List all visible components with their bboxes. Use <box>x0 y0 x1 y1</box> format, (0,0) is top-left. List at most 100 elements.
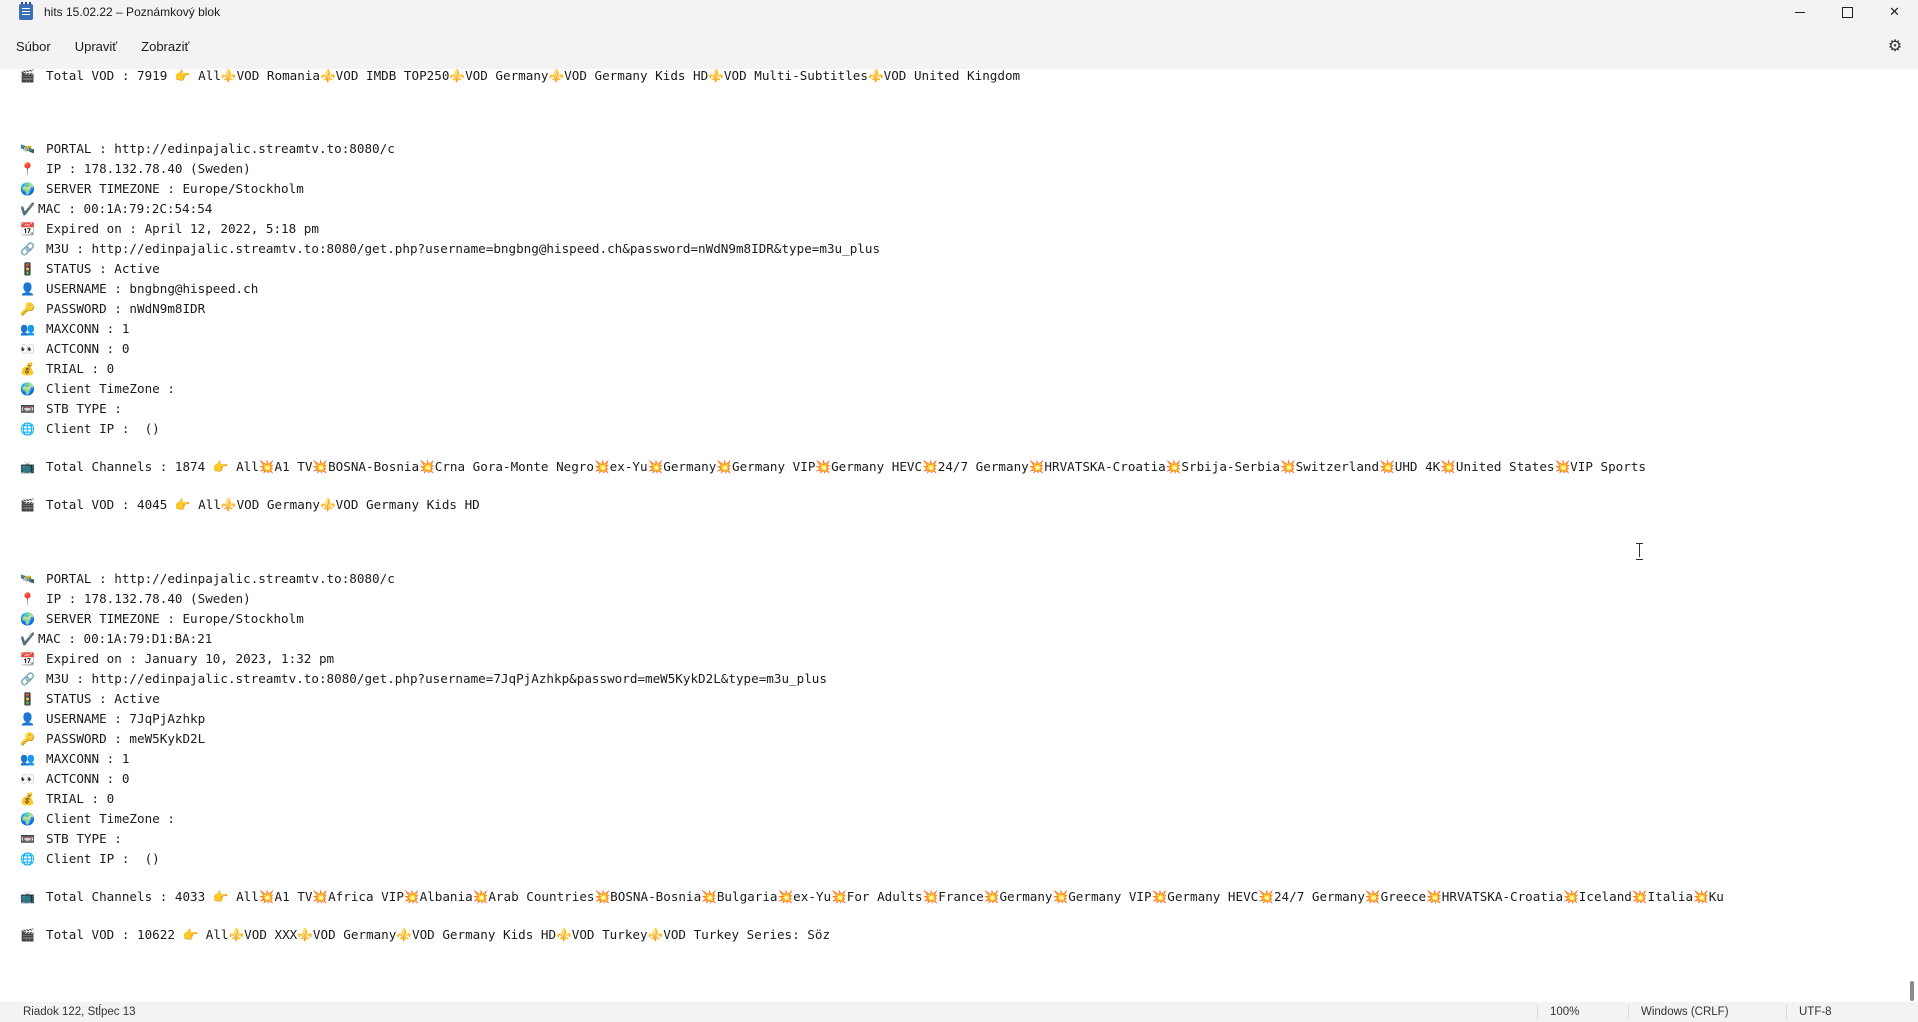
text-line: 📼 STB TYPE : <box>20 399 122 418</box>
line-text: M3U : http://edinpajalic.streamtv.to:808… <box>46 241 881 256</box>
line-emoji: 🌐 <box>20 422 35 436</box>
status-divider <box>1537 1005 1538 1019</box>
status-divider <box>1786 1005 1787 1019</box>
text-line: 🎬 Total VOD : 7919 👉 All⚜️VOD Romania⚜️VO… <box>20 69 1020 85</box>
line-text: PASSWORD : meW5KykD2L <box>46 731 206 746</box>
line-text: Client IP : () <box>46 421 160 436</box>
line-text: Total VOD : 7919 👉 All⚜️VOD Romania⚜️VOD… <box>46 69 1021 83</box>
text-line: 👀 ACTCONN : 0 <box>20 769 129 788</box>
line-text: MAC : 00:1A:79:2C:54:54 <box>38 201 213 216</box>
line-emoji: 📼 <box>20 832 35 846</box>
line-text: SERVER TIMEZONE : Europe/Stockholm <box>46 611 304 626</box>
line-emoji: 📍 <box>20 162 35 176</box>
line-emoji: 🎬 <box>20 69 35 83</box>
close-button[interactable]: ✕ <box>1871 0 1918 24</box>
text-line: 📆 Expired on : April 12, 2022, 5:18 pm <box>20 219 319 238</box>
line-emoji: 🌍 <box>20 382 35 396</box>
close-icon: ✕ <box>1889 4 1900 19</box>
line-text: USERNAME : bngbng@hispeed.ch <box>46 281 259 296</box>
line-emoji: 🔑 <box>20 732 35 746</box>
text-line: ✔️ MAC : 00:1A:79:2C:54:54 <box>20 199 212 218</box>
line-text: Client IP : () <box>46 851 160 866</box>
text-line: 🌍 SERVER TIMEZONE : Europe/Stockholm <box>20 609 304 628</box>
line-emoji: 👤 <box>20 282 35 296</box>
line-text: Total Channels : 4033 👉 All💥A1 TV💥Africa… <box>46 889 1724 904</box>
text-line: 🌐 Client IP : () <box>20 849 160 868</box>
maximize-button[interactable] <box>1824 0 1871 24</box>
line-emoji: 🔑 <box>20 302 35 316</box>
text-line: 📺 Total Channels : 4033 👉 All💥A1 TV💥Afric… <box>20 887 1724 906</box>
cursor-position: Riadok 122, Stĺpec 13 <box>23 1006 136 1018</box>
line-emoji: 🛰️ <box>20 142 35 156</box>
text-line: 🌍 Client TimeZone : <box>20 379 175 398</box>
line-text: Total Channels : 1874 👉 All💥A1 TV💥BOSNA-… <box>46 459 1646 474</box>
line-text: MAXCONN : 1 <box>46 321 130 336</box>
line-emoji: 📺 <box>20 460 35 474</box>
line-emoji: 🔗 <box>20 242 35 256</box>
text-line: 🔗 M3U : http://edinpajalic.streamtv.to:80… <box>20 669 827 688</box>
status-divider <box>1628 1005 1629 1019</box>
line-text: Total VOD : 10622 👉 All⚜️VOD XXX⚜️VOD Ge… <box>46 927 831 942</box>
line-text: SERVER TIMEZONE : Europe/Stockholm <box>46 181 304 196</box>
line-emoji: 📼 <box>20 402 35 416</box>
line-emoji: 🚦 <box>20 262 35 276</box>
status-bar: Riadok 122, Stĺpec 13 100% Windows (CRLF… <box>0 1002 1918 1022</box>
line-text: PORTAL : http://edinpajalic.streamtv.to:… <box>46 141 395 156</box>
line-emoji: ✔️ <box>20 202 35 216</box>
line-text: Client TimeZone : <box>46 811 175 826</box>
line-emoji: 📆 <box>20 222 35 236</box>
line-emoji: 📍 <box>20 592 35 606</box>
text-editor[interactable]: 🎬 Total VOD : 7919 👉 All⚜️VOD Romania⚜️VO… <box>0 69 1905 1002</box>
line-text: ACTCONN : 0 <box>46 341 130 356</box>
line-text: STB TYPE : <box>46 401 122 416</box>
encoding[interactable]: UTF-8 <box>1799 1006 1832 1018</box>
text-line: 📺 Total Channels : 1874 👉 All💥A1 TV💥BOSNA… <box>20 457 1646 476</box>
line-emoji: 🚦 <box>20 692 35 706</box>
line-text: IP : 178.132.78.40 (Sweden) <box>46 161 251 176</box>
text-line: 👤 USERNAME : bngbng@hispeed.ch <box>20 279 258 298</box>
minimize-button[interactable] <box>1777 0 1824 24</box>
line-text: USERNAME : 7JqPjAzhkp <box>46 711 206 726</box>
gear-icon: ⚙ <box>1887 38 1903 55</box>
text-line: 📼 STB TYPE : <box>20 829 122 848</box>
menu-file[interactable]: Súbor <box>8 33 59 60</box>
title-bar: hits 15.02.22 – Poznámkový blok ✕ <box>0 0 1918 24</box>
menu-view[interactable]: Zobraziť <box>133 33 197 60</box>
line-text: STATUS : Active <box>46 261 160 276</box>
menu-edit[interactable]: Upraviť <box>67 33 125 60</box>
vertical-scrollbar[interactable] <box>1905 69 1918 1002</box>
line-emoji: 🌐 <box>20 852 35 866</box>
line-text: Total VOD : 4045 👉 All⚜️VOD Germany⚜️VOD… <box>46 497 480 512</box>
zoom-level[interactable]: 100% <box>1550 1006 1579 1018</box>
window-controls: ✕ <box>1777 0 1918 24</box>
line-emoji: 🌍 <box>20 612 35 626</box>
line-emoji: 💰 <box>20 362 35 376</box>
line-emoji: 🌍 <box>20 182 35 196</box>
scrollbar-thumb[interactable] <box>1910 981 1914 1001</box>
line-emoji: 👀 <box>20 342 35 356</box>
text-line: 👥 MAXCONN : 1 <box>20 319 129 338</box>
line-text: STATUS : Active <box>46 691 160 706</box>
text-line: ✔️ MAC : 00:1A:79:D1:BA:21 <box>20 629 212 648</box>
settings-button[interactable]: ⚙ <box>1886 38 1904 56</box>
line-text: TRIAL : 0 <box>46 791 115 806</box>
line-text: MAC : 00:1A:79:D1:BA:21 <box>38 631 213 646</box>
line-text: M3U : http://edinpajalic.streamtv.to:808… <box>46 671 827 686</box>
line-text: PORTAL : http://edinpajalic.streamtv.to:… <box>46 571 395 586</box>
line-text: Expired on : April 12, 2022, 5:18 pm <box>46 221 319 236</box>
menu-bar: Súbor Upraviť Zobraziť ⚙ <box>0 24 1918 69</box>
line-text: Client TimeZone : <box>46 381 175 396</box>
line-ending[interactable]: Windows (CRLF) <box>1641 1006 1729 1018</box>
text-line: 🔗 M3U : http://edinpajalic.streamtv.to:80… <box>20 239 880 258</box>
line-emoji: 🎬 <box>20 498 35 512</box>
line-text: Expired on : January 10, 2023, 1:32 pm <box>46 651 335 666</box>
text-line: 🔑 PASSWORD : meW5KykD2L <box>20 729 205 748</box>
line-emoji: 👥 <box>20 322 35 336</box>
line-text: IP : 178.132.78.40 (Sweden) <box>46 591 251 606</box>
line-emoji: 🌍 <box>20 812 35 826</box>
text-line: 🌍 SERVER TIMEZONE : Europe/Stockholm <box>20 179 304 198</box>
text-cursor-icon <box>1636 543 1643 560</box>
line-emoji: 🛰️ <box>20 572 35 586</box>
line-emoji: 🎬 <box>20 928 35 942</box>
text-line: 📆 Expired on : January 10, 2023, 1:32 pm <box>20 649 334 668</box>
